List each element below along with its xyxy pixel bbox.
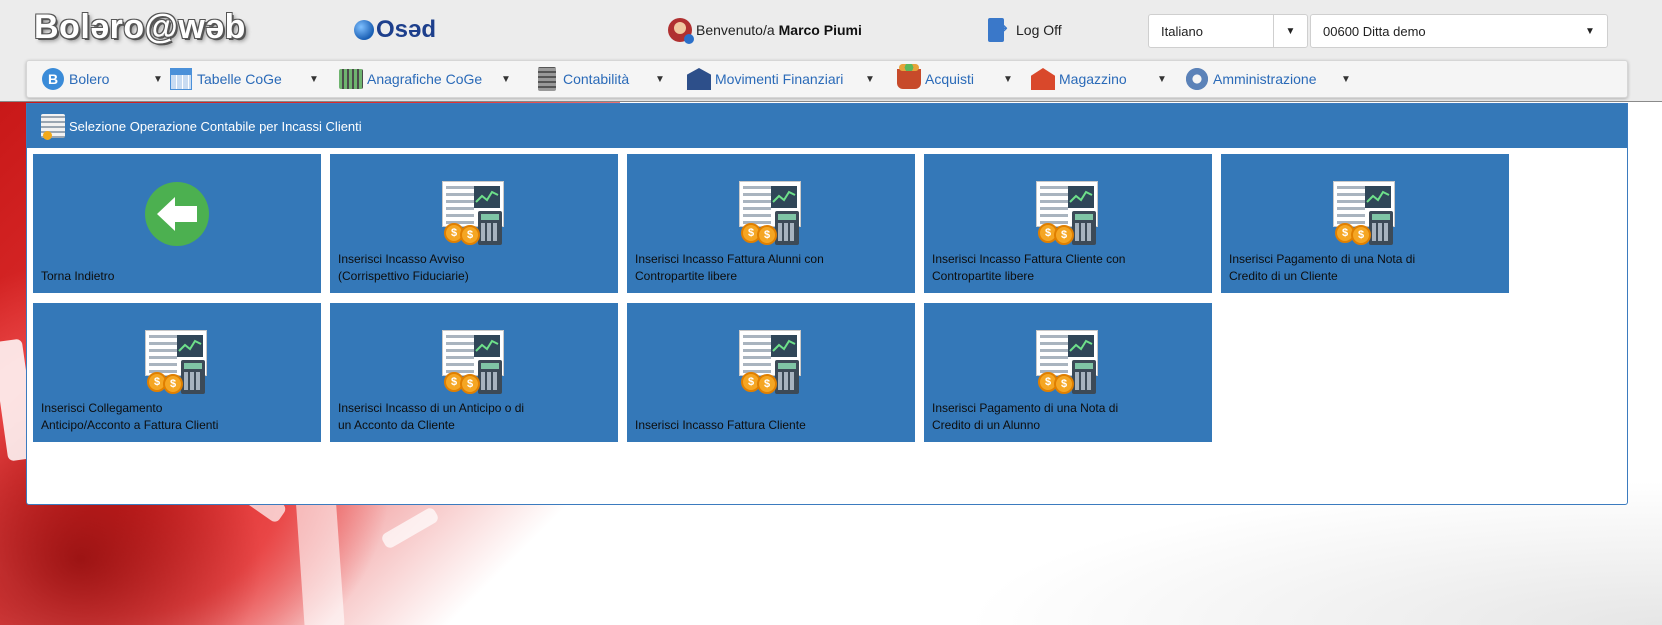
shopping-cart-icon	[897, 64, 921, 89]
tile-label: Inserisci Incasso Fattura Cliente	[635, 418, 806, 432]
accounting-icon: $ $	[739, 181, 805, 245]
welcome-prefix: Benvenuto/a	[696, 22, 775, 38]
main-menu-bar: B Bolero ▼ Tabelle CoGe ▼ Anagrafiche Co…	[26, 60, 1628, 98]
welcome-message: Benvenuto/a Marco Piumi	[668, 18, 862, 44]
globe-icon	[354, 20, 374, 40]
chevron-down-icon[interactable]: ▼	[1573, 15, 1607, 47]
tile-label: Inserisci Incasso Fattura Cliente con Co…	[932, 252, 1126, 283]
menu-item-label: Magazzino	[1059, 71, 1127, 87]
ledger-icon	[41, 114, 65, 140]
app-logo: Bolərο@wəb	[34, 8, 246, 46]
logoff-label: Log Off	[1016, 22, 1062, 38]
accounting-icon: $ $	[1333, 181, 1399, 245]
back-arrow-icon	[145, 182, 209, 246]
panel-title: Selezione Operazione Contabile per Incas…	[69, 118, 362, 134]
menu-item-movimenti-finanziari[interactable]: Movimenti Finanziari ▼	[687, 61, 875, 97]
user-name: Marco Piumi	[778, 22, 862, 38]
chevron-down-icon[interactable]: ▼	[1157, 74, 1167, 85]
tile-label: Inserisci Incasso Avviso (Corrispettivo …	[338, 252, 469, 283]
menu-item-acquisti[interactable]: Acquisti ▼	[897, 61, 1013, 97]
keyboard-icon	[339, 69, 363, 89]
menu-item-label: Bolero	[69, 71, 110, 87]
logoff-door-icon	[988, 18, 1008, 42]
accounting-icon: $ $	[1036, 330, 1102, 394]
chevron-down-icon[interactable]: ▼	[309, 74, 319, 85]
tile-incasso-avviso[interactable]: $ $ Inserisci Incasso Avviso (Corrispetti…	[330, 154, 618, 293]
company-select-value: 00600 Ditta demo	[1323, 23, 1426, 39]
tile-pagamento-nota-credito-cliente[interactable]: $ $ Inserisci Pagamento di una Nota di Cr…	[1221, 154, 1509, 293]
chevron-down-icon[interactable]: ▼	[501, 74, 511, 85]
chevron-down-icon[interactable]: ▼	[1341, 74, 1351, 85]
menu-item-amministrazione[interactable]: Amministrazione ▼	[1185, 61, 1351, 97]
menu-item-label: Acquisti	[925, 71, 975, 87]
tile-incasso-fattura-alunni[interactable]: $ $ Inserisci Incasso Fattura Alunni con …	[627, 154, 915, 293]
accounting-icon: $ $	[739, 330, 805, 394]
tile-label: Inserisci Pagamento di una Nota di Credi…	[932, 401, 1119, 432]
operation-selection-panel: Selezione Operazione Contabile per Incas…	[26, 103, 1628, 505]
panel-header: Selezione Operazione Contabile per Incas…	[27, 104, 1627, 148]
menu-item-magazzino[interactable]: Magazzino ▼	[1031, 61, 1167, 97]
brand-logo: Osəd	[354, 16, 436, 44]
user-avatar-icon	[668, 18, 694, 44]
tile-pagamento-nota-credito-alunno[interactable]: $ $ Inserisci Pagamento di una Nota di Cr…	[924, 303, 1212, 442]
warehouse-icon	[1031, 68, 1055, 90]
language-select[interactable]: Italiano ▼	[1148, 14, 1308, 48]
menu-item-label: Anagrafiche CoGe	[367, 71, 483, 87]
bolero-b-icon: B	[42, 68, 64, 90]
tile-incasso-anticipo[interactable]: $ $ Inserisci Incasso di un Anticipo o di…	[330, 303, 618, 442]
menu-item-contabilita[interactable]: Contabilità ▼	[535, 61, 665, 97]
tile-incasso-fattura-cliente-contropartite[interactable]: $ $ Inserisci Incasso Fattura Cliente con…	[924, 154, 1212, 293]
tile-incasso-fattura-cliente[interactable]: $ $ Inserisci Incasso Fattura Cliente	[627, 303, 915, 442]
calendar-table-icon	[170, 68, 192, 90]
chevron-down-icon[interactable]: ▼	[153, 74, 163, 85]
accounting-icon: $ $	[442, 330, 508, 394]
language-select-value: Italiano	[1161, 23, 1203, 39]
tile-collegamento-anticipo[interactable]: $ $ Inserisci Collegamento Anticipo/Accon…	[33, 303, 321, 442]
chevron-down-icon[interactable]: ▼	[865, 74, 875, 85]
menu-item-label: Amministrazione	[1213, 71, 1317, 87]
tile-label: Torna Indietro	[41, 269, 115, 283]
menu-item-anagrafiche-coge[interactable]: Anagrafiche CoGe ▼	[339, 61, 511, 97]
logoff-button[interactable]: Log Off	[988, 18, 1062, 42]
menu-item-bolero[interactable]: B Bolero ▼	[41, 61, 163, 97]
brand-name: Osəd	[376, 16, 437, 43]
bank-icon	[687, 68, 711, 90]
gear-icon	[1186, 68, 1208, 90]
accounting-icon: $ $	[145, 330, 211, 394]
tile-label: Inserisci Incasso Fattura Alunni con Con…	[635, 252, 824, 283]
menu-item-label: Movimenti Finanziari	[715, 71, 844, 87]
tile-torna-indietro[interactable]: Torna Indietro	[33, 154, 321, 293]
tile-label: Inserisci Incasso di un Anticipo o di un…	[338, 401, 525, 432]
chevron-down-icon[interactable]: ▼	[1003, 74, 1013, 85]
company-select[interactable]: 00600 Ditta demo ▼	[1310, 14, 1608, 48]
chevron-down-icon[interactable]: ▼	[655, 74, 665, 85]
menu-item-tabelle-coge[interactable]: Tabelle CoGe ▼	[169, 61, 319, 97]
menu-item-label: Contabilità	[563, 71, 630, 87]
chevron-down-icon[interactable]: ▼	[1273, 15, 1307, 47]
top-header: Bolərο@wəb Osəd Benvenuto/a Marco Piumi …	[0, 0, 1662, 102]
accounting-icon: $ $	[1036, 181, 1102, 245]
menu-item-label: Tabelle CoGe	[197, 71, 282, 87]
accounting-icon: $ $	[442, 181, 508, 245]
tile-label: Inserisci Collegamento Anticipo/Acconto …	[41, 401, 219, 432]
tile-label: Inserisci Pagamento di una Nota di Credi…	[1229, 252, 1416, 283]
calculator-icon	[538, 67, 556, 91]
